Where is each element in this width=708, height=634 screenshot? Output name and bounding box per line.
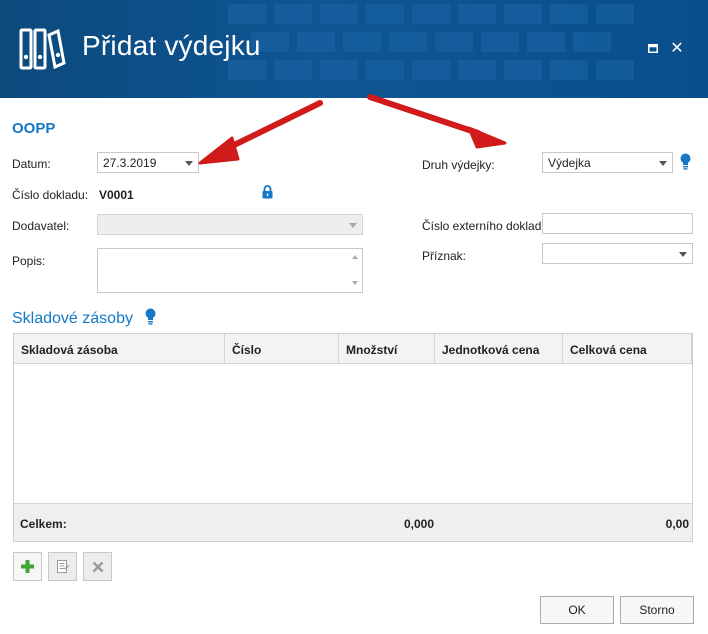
title-bar: Přidat výdejku ✕	[0, 0, 708, 98]
delete-row-button[interactable]	[83, 552, 112, 581]
arrow-to-druh-vydejky	[367, 94, 507, 149]
plus-icon	[21, 560, 34, 573]
scroll-up-icon[interactable]	[352, 255, 358, 259]
total-price: 0,00	[665, 517, 689, 531]
close-icon: ✕	[670, 40, 684, 57]
column-header-skladova-zasoba[interactable]: Skladová zásoba	[14, 334, 225, 364]
druh-vydejky-dropdown[interactable]: Výdejka	[542, 152, 673, 173]
stock-grid[interactable]: Skladová zásoba Číslo Množství Jednotkov…	[13, 333, 693, 542]
lightbulb-icon[interactable]	[145, 308, 156, 325]
section-title: OOPP	[12, 120, 56, 137]
ok-button[interactable]: OK	[540, 596, 614, 624]
cislo-externiho-label: Číslo externího dokladu:	[422, 219, 552, 233]
dodavatel-label: Dodavatel:	[12, 219, 70, 233]
maximize-icon	[648, 43, 658, 53]
x-icon	[92, 561, 103, 572]
druh-vydejky-value: Výdejka	[548, 156, 591, 170]
lightbulb-icon[interactable]	[680, 153, 691, 170]
druh-vydejky-label: Druh výdejky:	[422, 158, 495, 172]
chevron-down-icon	[659, 161, 667, 166]
grid-header: Skladová zásoba Číslo Množství Jednotkov…	[14, 334, 692, 364]
column-header-mnozstvi[interactable]: Množství	[339, 334, 435, 364]
column-header-celkova-cena[interactable]: Celková cena	[563, 334, 692, 364]
total-label: Celkem:	[20, 517, 67, 531]
scroll-down-icon[interactable]	[352, 281, 358, 285]
edit-row-button[interactable]	[48, 552, 77, 581]
total-quantity: 0,000	[404, 517, 435, 531]
datum-label: Datum:	[12, 157, 51, 171]
chevron-down-icon	[349, 223, 357, 228]
window-title: Přidat výdejku	[82, 30, 261, 61]
binders-icon	[19, 28, 66, 70]
column-header-jednotkova-cena[interactable]: Jednotková cena	[435, 334, 563, 364]
maximize-button[interactable]	[643, 38, 663, 58]
title-bar-pattern	[228, 4, 634, 80]
lock-icon[interactable]	[262, 185, 273, 199]
cancel-button[interactable]: Storno	[620, 596, 694, 624]
priznak-dropdown[interactable]	[542, 243, 693, 264]
grid-title: Skladové zásoby	[12, 310, 133, 327]
dodavatel-dropdown[interactable]	[97, 214, 363, 235]
chevron-down-icon	[679, 252, 687, 257]
datum-dropdown[interactable]: 27.3.2019	[97, 152, 199, 173]
column-header-cislo[interactable]: Číslo	[225, 334, 339, 364]
document-icon	[56, 560, 69, 573]
arrow-to-datum	[198, 100, 323, 165]
add-row-button[interactable]	[13, 552, 42, 581]
close-button[interactable]: ✕	[667, 38, 687, 58]
chevron-down-icon	[185, 161, 193, 166]
popis-textarea[interactable]	[97, 248, 363, 293]
cislo-dokladu-value: V0001	[99, 188, 134, 202]
cislo-externiho-input[interactable]	[542, 213, 693, 234]
cislo-dokladu-label: Číslo dokladu:	[12, 188, 89, 202]
popis-label: Popis:	[12, 254, 46, 268]
grid-footer: Celkem: 0,000 0,00	[14, 503, 692, 541]
datum-value: 27.3.2019	[103, 156, 157, 170]
priznak-label: Příznak:	[422, 249, 467, 263]
